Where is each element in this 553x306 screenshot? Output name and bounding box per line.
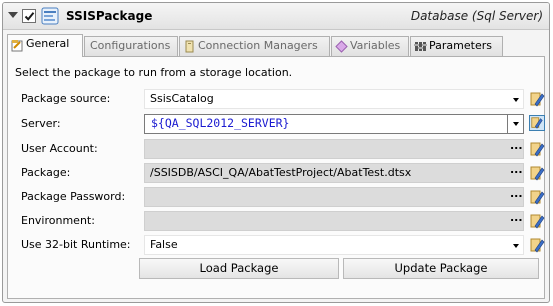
package-password-label: Package Password: [21, 190, 126, 203]
general-tab-icon [11, 40, 23, 52]
package-password-edit-icon[interactable] [529, 189, 545, 205]
environment-edit-icon[interactable] [529, 213, 545, 229]
load-package-button[interactable]: Load Package [139, 258, 339, 279]
package-path-field[interactable]: /SSISDB/ASCI_QA/AbatTestProject/AbatTest… [144, 163, 524, 183]
package-source-dropdown[interactable]: SsisCatalog [144, 89, 524, 109]
tab-variables-label: Variables [350, 39, 401, 52]
use-32bit-runtime-chevron-down-icon[interactable] [513, 244, 519, 248]
package-source-edit-icon[interactable] [529, 91, 545, 107]
panel-header: SSISPackage Database (Sql Server) [3, 3, 549, 30]
checkmark-icon [24, 12, 35, 21]
update-package-button[interactable]: Update Package [343, 258, 539, 279]
server-chevron-down-icon[interactable] [513, 122, 519, 126]
ssis-package-panel: SSISPackage Database (Sql Server) Genera… [2, 2, 550, 303]
tab-parameters[interactable]: Parameters [410, 36, 503, 56]
parameters-tab-icon [414, 42, 427, 51]
enable-checkbox[interactable] [22, 9, 36, 23]
collapse-arrow-icon[interactable] [8, 12, 18, 18]
tab-connection-managers-label: Connection Managers [198, 39, 318, 52]
use-32bit-runtime-edit-icon[interactable] [529, 237, 545, 253]
package-label: Package: [21, 166, 71, 179]
tab-configurations[interactable]: Configurations [84, 36, 178, 56]
tab-general[interactable]: General [7, 34, 83, 57]
environment-field[interactable] [144, 211, 524, 231]
user-account-browse-button[interactable]: ... [510, 139, 523, 152]
use-32bit-runtime-dropdown[interactable]: False [144, 235, 524, 255]
tab-parameters-label: Parameters [429, 39, 492, 52]
server-value: ${QA_SQL2012_SERVER} [151, 116, 290, 130]
package-password-field[interactable] [144, 187, 524, 207]
tab-connection-managers[interactable]: Connection Managers [179, 36, 330, 56]
connection-managers-tab-icon [185, 40, 194, 53]
package-browse-button[interactable]: ... [510, 163, 523, 176]
package-path-value: /SSISDB/ASCI_QA/AbatTestProject/AbatTest… [150, 166, 412, 179]
environment-label: Environment: [21, 214, 95, 227]
tab-variables[interactable]: Variables [331, 36, 409, 56]
user-account-field[interactable] [144, 139, 524, 159]
package-type-label: Database (Sql Server) [410, 9, 543, 23]
server-edit-icon[interactable] [529, 115, 545, 131]
package-source-label: Package source: [21, 92, 111, 105]
package-password-browse-button[interactable]: ... [510, 187, 523, 200]
use-32bit-runtime-label: Use 32-bit Runtime: [21, 238, 131, 251]
server-input[interactable]: ${QA_SQL2012_SERVER} [144, 114, 508, 134]
package-edit-icon[interactable] [529, 165, 545, 181]
package-title: SSISPackage [66, 9, 153, 23]
tab-general-label: General [26, 37, 70, 50]
variables-tab-icon [335, 40, 348, 53]
package-source-chevron-down-icon[interactable] [513, 98, 519, 102]
environment-browse-button[interactable]: ... [510, 211, 523, 224]
tab-configurations-label: Configurations [90, 39, 171, 52]
ssis-package-icon [41, 7, 59, 25]
instructions-text: Select the package to run from a storage… [15, 66, 293, 79]
use-32bit-runtime-value: False [150, 238, 178, 251]
user-account-label: User Account: [21, 142, 98, 155]
server-label: Server: [21, 117, 61, 130]
package-source-value: SsisCatalog [150, 92, 214, 105]
user-account-edit-icon[interactable] [529, 141, 545, 157]
